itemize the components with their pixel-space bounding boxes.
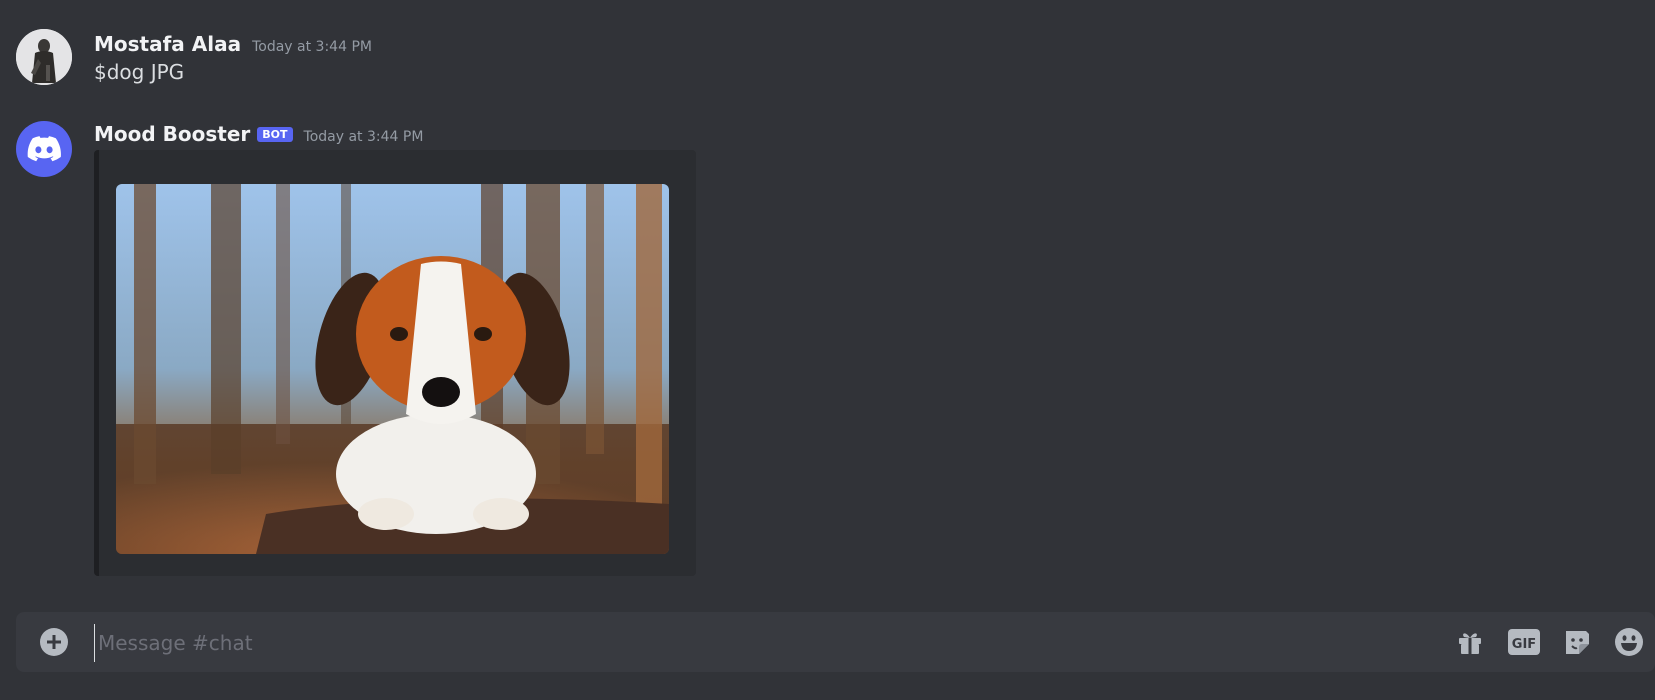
timestamp: Today at 3:44 PM [303, 129, 424, 145]
gif-button[interactable]: GIF [1508, 627, 1540, 657]
message-header: Mood Booster BOT Today at 3:44 PM [94, 122, 423, 146]
user-avatar-image [16, 29, 72, 85]
bot-avatar[interactable] [16, 121, 72, 177]
discord-logo-icon [27, 136, 61, 162]
user-avatar[interactable] [16, 29, 72, 85]
add-attachment-button[interactable] [40, 628, 68, 656]
username[interactable]: Mostafa Alaa [94, 32, 241, 56]
gif-label: GIF [1512, 637, 1536, 652]
message-header: Mostafa Alaa Today at 3:44 PM [94, 32, 372, 56]
message-input[interactable] [94, 624, 1400, 662]
dog-image[interactable] [116, 184, 669, 554]
gift-icon[interactable] [1455, 627, 1485, 657]
timestamp: Today at 3:44 PM [252, 39, 372, 55]
chat-area: Mostafa Alaa Today at 3:44 PM $dog JPG M… [0, 0, 1655, 700]
message-composer: GIF [16, 612, 1655, 672]
bot-badge: BOT [257, 127, 293, 142]
username[interactable]: Mood Booster [94, 122, 250, 146]
sticker-icon[interactable] [1562, 627, 1592, 657]
emoji-icon[interactable] [1614, 627, 1644, 657]
message-content: $dog JPG [94, 60, 185, 84]
